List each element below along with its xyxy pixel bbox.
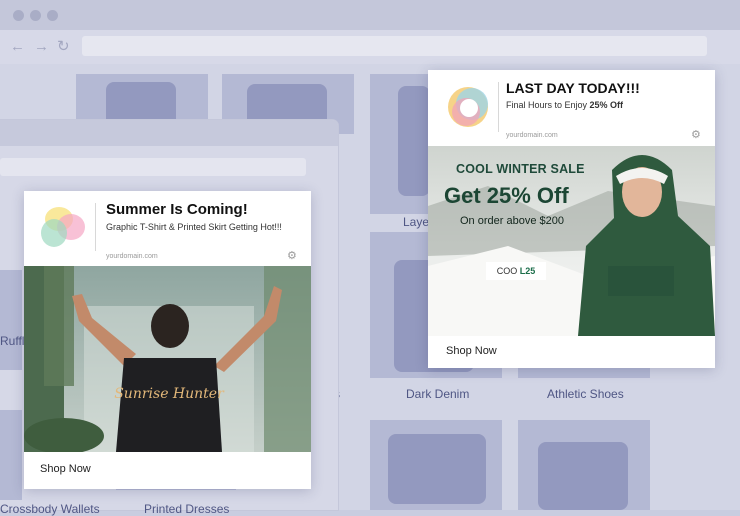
ad-title: LAST DAY TODAY!!!: [506, 80, 640, 96]
ad-domain: yourdomain.com: [506, 132, 558, 139]
product-tile[interactable]: [518, 420, 650, 510]
secondary-titlebar: [0, 120, 338, 146]
sale-condition: On order above $200: [460, 215, 564, 227]
back-arrow-icon[interactable]: ←: [10, 38, 25, 56]
coupon-code: L25: [519, 266, 536, 276]
gear-icon[interactable]: ⚙: [691, 130, 701, 141]
category-label[interactable]: Printed Dresses: [144, 502, 229, 516]
summer-push-ad[interactable]: Summer Is Coming! Graphic T-Shirt & Prin…: [24, 191, 311, 489]
winter-ad-image[interactable]: COOL WINTER SALE Get 25% Off On order ab…: [428, 146, 715, 336]
coupon-prefix: COO: [496, 266, 518, 276]
product-tile[interactable]: [0, 270, 22, 370]
ad-domain: yourdomain.com: [106, 253, 158, 260]
summer-ad-image[interactable]: Sunrise Hunter: [24, 266, 311, 452]
product-tile[interactable]: [370, 74, 430, 214]
reload-icon[interactable]: ↻: [57, 38, 70, 56]
man-waterfall-photo: Sunrise Hunter: [24, 266, 311, 452]
winter-push-ad[interactable]: LAST DAY TODAY!!! Final Hours to Enjoy 2…: [428, 70, 715, 368]
sale-headline: Get 25% Off: [444, 183, 569, 208]
window-maximize-dot[interactable]: [47, 10, 58, 21]
brand-ring-logo-icon: [448, 87, 488, 127]
shop-now-button[interactable]: Shop Now: [40, 463, 91, 475]
header-divider: [498, 82, 499, 132]
category-label[interactable]: Dark Denim: [406, 387, 469, 401]
browser-toolbar: ← → ↻: [0, 30, 740, 65]
sale-kicker: COOL WINTER SALE: [456, 162, 585, 176]
window-minimize-dot[interactable]: [30, 10, 41, 21]
secondary-address-bar[interactable]: [0, 158, 306, 176]
ad-subtitle-discount: 25% Off: [589, 100, 624, 110]
brand-logo-icon: [41, 207, 85, 247]
browser-titlebar: [0, 0, 740, 30]
ad-subtitle: Final Hours to Enjoy 25% Off: [506, 100, 623, 110]
category-label[interactable]: Ruffl: [0, 334, 24, 348]
ad-subtitle: Graphic T-Shirt & Printed Skirt Getting …: [106, 222, 282, 232]
category-label[interactable]: Athletic Shoes: [547, 387, 624, 401]
ad-subtitle-prefix: Final Hours to Enjoy: [506, 100, 590, 110]
gear-icon[interactable]: ⚙: [287, 251, 297, 262]
coupon-code-box[interactable]: COO L25: [486, 262, 546, 280]
product-tile[interactable]: [0, 410, 22, 500]
category-label[interactable]: Crossbody Wallets: [0, 502, 100, 516]
header-divider: [95, 203, 96, 251]
ad-title: Summer Is Coming!: [106, 201, 248, 218]
shirt-graphic-text: Sunrise Hunter: [114, 386, 225, 402]
shop-now-button[interactable]: Shop Now: [446, 345, 497, 357]
product-tile[interactable]: [370, 420, 502, 510]
window-close-dot[interactable]: [13, 10, 24, 21]
forward-arrow-icon[interactable]: →: [34, 38, 49, 56]
address-bar[interactable]: [82, 36, 707, 56]
